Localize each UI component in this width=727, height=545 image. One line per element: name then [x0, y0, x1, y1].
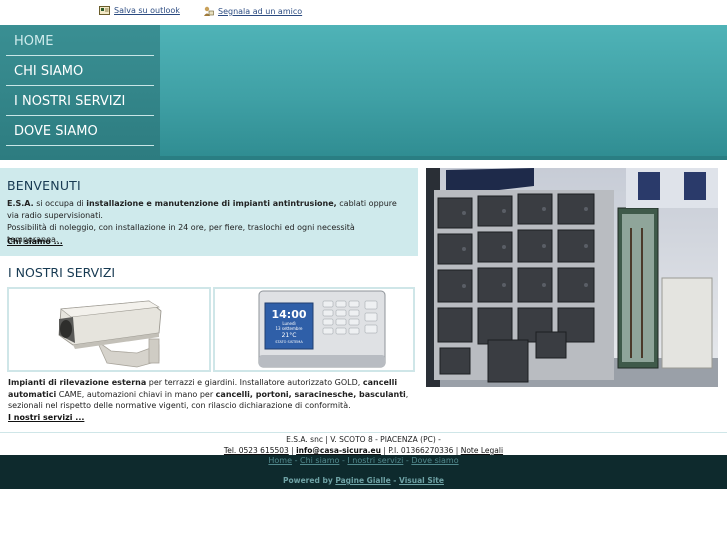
header-banner: HOME CHI SIAMO I NOSTRI SERVIZI DOVE SIA…	[0, 25, 727, 160]
chi-siamo-link[interactable]: Chi siamo ...	[7, 237, 63, 246]
visual-site-link[interactable]: Visual Site	[399, 476, 444, 485]
footer-link-servizi[interactable]: I nostri servizi	[347, 456, 403, 465]
keypad-time: 14:00	[271, 308, 306, 321]
phone-link[interactable]: Tel. 0523 615503	[224, 446, 289, 455]
footer-divider	[0, 432, 727, 433]
save-outlook-link[interactable]: Salva su outlook	[99, 6, 180, 15]
powered-by: Powered by Pagine Gialle - Visual Site	[0, 476, 727, 485]
security-camera-image	[58, 300, 162, 368]
footer-address: E.S.A. snc | V. SCOTO 8 - PIACENZA (PC) …	[286, 435, 441, 444]
footer-info: E.S.A. snc | V. SCOTO 8 - PIACENZA (PC) …	[0, 434, 727, 456]
welcome-text-strong: installazione e manutenzione di impianti…	[86, 199, 337, 208]
footer-link-dove-siamo[interactable]: Dove siamo	[411, 456, 458, 465]
save-outlook-label: Salva su outlook	[114, 6, 180, 15]
email-link[interactable]: info@casa-sicura.eu	[296, 446, 381, 455]
keypad-temp: 21°C	[282, 332, 297, 339]
nav-item-dove-siamo[interactable]: DOVE SIAMO	[6, 117, 154, 146]
footer-piva: | P.I. 01366270336 |	[380, 446, 461, 455]
pagine-gialle-link[interactable]: Pagine Gialle	[335, 476, 390, 485]
servizi-link[interactable]: I nostri servizi ...	[8, 413, 84, 422]
top-bar: Salva su outlook Segnala ad un amico	[0, 0, 727, 25]
outlook-icon	[99, 6, 110, 15]
camera-thumbnail	[7, 287, 211, 372]
footer-bar: Home - Chi siamo - I nostri servizi - Do…	[0, 455, 727, 489]
tell-friend-link[interactable]: Segnala ad un amico	[203, 6, 302, 17]
main-nav: HOME CHI SIAMO I NOSTRI SERVIZI DOVE SIA…	[0, 25, 160, 160]
footer-link-home[interactable]: Home	[268, 456, 292, 465]
welcome-panel: BENVENUTI E.S.A. si occupa di installazi…	[0, 168, 418, 256]
welcome-text: E.S.A. si occupa di installazione e manu…	[7, 198, 407, 246]
safes-display-image	[426, 168, 718, 387]
services-text-1: per terrazzi e giardini. Installatore au…	[146, 378, 363, 387]
tell-friend-label: Segnala ad un amico	[218, 7, 303, 16]
keypad-thumbnail: 14:00 Lunedì 13 settembre 21°C STATO SIS…	[213, 287, 415, 372]
nav-item-home[interactable]: HOME	[6, 27, 154, 56]
friend-icon	[204, 6, 214, 16]
nav-item-chi-siamo[interactable]: CHI SIAMO	[6, 57, 154, 86]
showroom-photo	[426, 168, 718, 387]
keypad-state: STATO SISTEMA	[275, 340, 303, 344]
keypad-date: 13 settembre	[276, 326, 303, 331]
services-strong-3: cancelli, portoni, saracinesche, bascula…	[215, 389, 406, 399]
welcome-title: BENVENUTI	[7, 178, 81, 193]
footer-nav: Home - Chi siamo - I nostri servizi - Do…	[0, 456, 727, 465]
services-text-2: CAME, automazioni chiavi in mano per	[56, 389, 216, 399]
alarm-keypad-image: 14:00 Lunedì 13 settembre 21°C STATO SIS…	[258, 290, 386, 368]
services-text: Impianti di rilevazione esterna per terr…	[8, 377, 413, 412]
footer-link-chi-siamo[interactable]: Chi siamo	[300, 456, 339, 465]
powered-label: Powered by	[283, 476, 333, 485]
company-name: E.S.A.	[7, 199, 34, 208]
powered-sep: -	[390, 476, 400, 485]
welcome-text-a: si occupa di	[33, 199, 87, 208]
services-strong-1: Impianti di rilevazione esterna	[8, 378, 147, 387]
nav-item-servizi[interactable]: I NOSTRI SERVIZI	[6, 87, 154, 116]
legal-notes-link[interactable]: Note Legali	[461, 446, 503, 455]
services-title: I NOSTRI SERVIZI	[8, 265, 116, 280]
footer-sep: |	[288, 446, 297, 455]
